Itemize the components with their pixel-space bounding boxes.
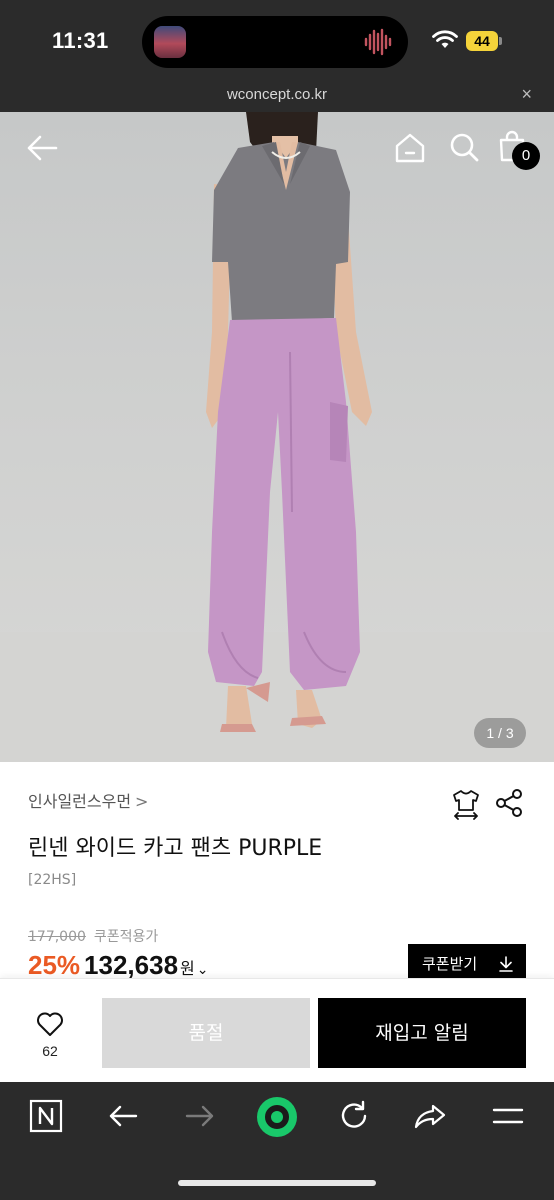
- cart-count-badge[interactable]: 0: [512, 142, 540, 170]
- menu-icon[interactable]: [490, 1098, 526, 1134]
- like-count: 62: [42, 1043, 58, 1059]
- green-dot-icon[interactable]: [256, 1096, 298, 1138]
- url-bar[interactable]: wconcept.co.kr ×: [0, 84, 554, 112]
- sale-price-row[interactable]: 25% 132,638 원 ⌄: [28, 950, 209, 981]
- search-icon[interactable]: [449, 132, 479, 162]
- app-screen: 11:31 44 wconcept.co.kr × 0 1 / 3 인사일런스우…: [0, 0, 554, 1200]
- now-playing-thumbnail: [154, 26, 186, 58]
- chevron-down-icon[interactable]: ⌄: [197, 962, 209, 978]
- status-time: 11:31: [52, 28, 109, 53]
- chevron-right-icon: >: [135, 792, 149, 811]
- restock-alert-button[interactable]: 재입고 알림: [318, 998, 526, 1068]
- product-title: 린넨 와이드 카고 팬츠 PURPLE: [28, 836, 323, 861]
- naver-n-icon[interactable]: [28, 1098, 64, 1134]
- product-season-code: [22HS]: [28, 872, 77, 888]
- share-arrow-icon[interactable]: [412, 1098, 448, 1134]
- brand-link[interactable]: 인사일런스우먼 >: [28, 788, 148, 812]
- dynamic-island[interactable]: [142, 16, 408, 68]
- reload-icon[interactable]: [336, 1098, 372, 1134]
- soldout-button[interactable]: 품절: [102, 998, 310, 1068]
- download-icon: [499, 956, 513, 972]
- share-icon[interactable]: [494, 788, 524, 818]
- heart-icon[interactable]: [36, 1011, 64, 1037]
- status-bar: 11:31 44: [0, 0, 554, 84]
- product-info: 인사일런스우먼 > 린넨 와이드 카고 팬츠 PURPLE [22HS] 177,…: [0, 762, 554, 984]
- product-photo: [0, 112, 554, 762]
- wifi-icon: [432, 30, 458, 48]
- battery-indicator: 44: [466, 31, 502, 51]
- product-image[interactable]: 0 1 / 3: [0, 112, 554, 762]
- back-icon[interactable]: [105, 1098, 141, 1134]
- battery-level: 44: [466, 31, 498, 51]
- image-counter: 1 / 3: [474, 718, 526, 748]
- purchase-action-bar: 62 품절 재입고 알림: [0, 978, 554, 1082]
- coupon-price-label: 쿠폰적용가: [93, 929, 159, 945]
- battery-nub: [499, 37, 502, 45]
- get-coupon-label: 쿠폰받기: [422, 955, 478, 973]
- home-indicator[interactable]: [178, 1180, 376, 1186]
- currency-label: 원: [180, 959, 195, 978]
- forward-icon[interactable]: [182, 1098, 218, 1134]
- original-price: 177,000: [28, 929, 86, 945]
- back-arrow-icon[interactable]: [26, 132, 58, 164]
- discount-rate: 25%: [28, 950, 81, 980]
- audio-wave-icon: [364, 28, 392, 56]
- close-icon[interactable]: ×: [521, 84, 532, 105]
- brand-name[interactable]: 인사일런스우먼: [28, 792, 131, 811]
- home-icon[interactable]: [394, 132, 426, 164]
- original-price-row: 177,000 쿠폰적용가: [28, 926, 158, 946]
- sale-price: 132,638: [84, 950, 179, 980]
- url-text[interactable]: wconcept.co.kr: [0, 86, 554, 103]
- size-guide-icon[interactable]: [450, 788, 482, 820]
